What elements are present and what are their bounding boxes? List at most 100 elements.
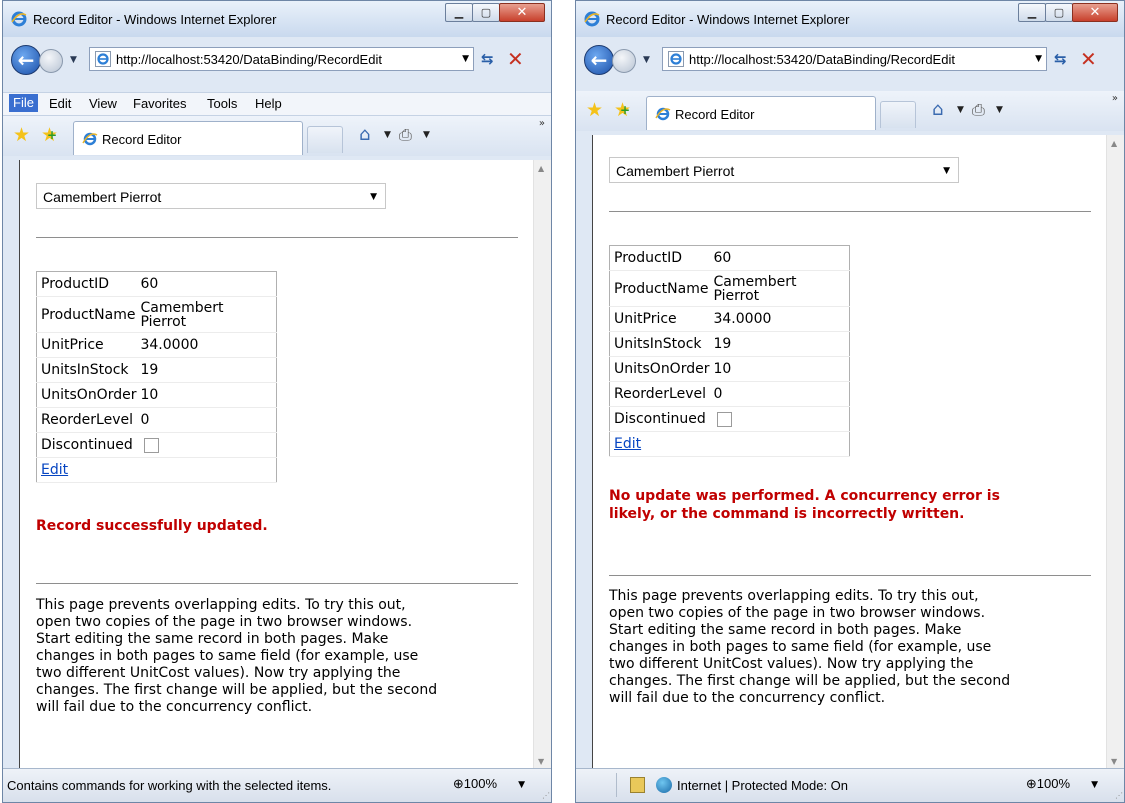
edit-cell: Edit [36, 457, 277, 483]
description-paragraph: This page prevents overlapping edits. To… [609, 588, 1099, 707]
status-message: Record successfully updated. [36, 518, 268, 534]
product-dropdown[interactable]: Camembert Pierrot ▼ [609, 157, 959, 183]
field-label: Discontinued [36, 432, 139, 458]
toolbar-chevron-icon[interactable]: » [539, 118, 545, 129]
field-value: 34.0000 [138, 332, 277, 358]
vertical-scrollbar[interactable]: ▲ ▼ [1106, 135, 1124, 770]
page-ie-icon [668, 51, 684, 67]
row-unitprice: UnitPrice 34.0000 [609, 306, 850, 332]
resize-grip-icon[interactable]: ⋰ [1115, 791, 1123, 800]
add-favorites-icon[interactable]: ★ + [614, 99, 631, 121]
field-label: UnitPrice [36, 332, 139, 358]
dropdown-value: Camembert Pierrot [616, 163, 735, 179]
minimize-button[interactable]: ▁ [1018, 3, 1046, 22]
menu-edit[interactable]: Edit [49, 96, 71, 111]
toolbar-chevron-icon[interactable]: » [1112, 93, 1118, 104]
maximize-button[interactable]: ▢ [472, 3, 500, 22]
favorites-star-icon[interactable]: ★ [13, 124, 30, 146]
forward-arrow-icon[interactable] [612, 49, 636, 73]
zoom-level[interactable]: ⊕100% [1026, 776, 1070, 792]
address-bar[interactable]: http://localhost:53420/DataBinding/Recor… [662, 47, 1047, 71]
zoom-icon: ⊕ [1025, 776, 1037, 791]
scroll-down-icon[interactable]: ▼ [538, 757, 544, 766]
print-icon[interactable]: ⎙ [399, 125, 412, 145]
zoom-dropdown-icon[interactable]: ▼ [1091, 780, 1098, 790]
add-favorites-icon[interactable]: ★ + [41, 124, 58, 146]
vertical-scrollbar[interactable]: ▲ ▼ [533, 160, 551, 770]
address-dropdown-icon[interactable]: ▼ [1035, 54, 1042, 64]
tab-record-editor[interactable]: Record Editor [646, 96, 876, 130]
history-dropdown-icon[interactable]: ▼ [70, 55, 77, 65]
page-viewport: Camembert Pierrot ▼ ProductID 60 ProductN… [19, 160, 551, 770]
field-label: ProductName [609, 270, 712, 307]
row-reorderlevel: ReorderLevel 0 [609, 381, 850, 407]
stop-icon[interactable]: ✕ [507, 47, 524, 71]
window-controls: ▁ ▢ ✕ [1018, 3, 1118, 23]
new-tab-button[interactable] [307, 126, 343, 153]
scroll-up-icon[interactable]: ▲ [1111, 139, 1117, 148]
home-dropdown-icon[interactable]: ▼ [384, 130, 391, 140]
back-arrow-icon[interactable]: ← [11, 45, 41, 75]
favorites-star-icon[interactable]: ★ [586, 99, 603, 121]
discontinued-checkbox [717, 411, 733, 427]
row-unitsonorder: UnitsOnOrder 10 [609, 356, 850, 382]
field-value: 10 [138, 382, 277, 408]
description-line: two different UnitCost values). Now try … [609, 656, 974, 672]
menu-file[interactable]: File [9, 94, 38, 112]
menu-help[interactable]: Help [255, 96, 282, 111]
close-button[interactable]: ✕ [1072, 3, 1118, 22]
print-dropdown-icon[interactable]: ▼ [996, 105, 1003, 115]
scroll-up-icon[interactable]: ▲ [538, 164, 544, 173]
close-button[interactable]: ✕ [499, 3, 545, 22]
refresh-icon[interactable]: ⇆ [481, 50, 494, 68]
scroll-down-icon[interactable]: ▼ [1111, 757, 1117, 766]
discontinued-checkbox [144, 437, 160, 453]
history-dropdown-icon[interactable]: ▼ [643, 55, 650, 65]
edit-link[interactable]: Edit [614, 436, 641, 452]
address-bar[interactable]: http://localhost:53420/DataBinding/Recor… [89, 47, 474, 71]
zoom-icon: ⊕ [452, 776, 464, 791]
home-dropdown-icon[interactable]: ▼ [957, 105, 964, 115]
row-unitprice: UnitPrice 34.0000 [36, 332, 277, 358]
address-dropdown-icon[interactable]: ▼ [462, 54, 469, 64]
product-name-line2: Pierrot [713, 288, 760, 304]
refresh-icon[interactable]: ⇆ [1054, 50, 1067, 68]
stop-icon[interactable]: ✕ [1080, 47, 1097, 71]
security-zone[interactable]: Internet | Protected Mode: On [677, 778, 848, 793]
description-line: changes. The first change will be applie… [609, 673, 1011, 689]
new-tab-button[interactable] [880, 101, 916, 128]
field-label: ProductID [609, 245, 712, 271]
favorites-bar: ★ ★ + Record Editor ⌂ ▼ ⎙ ▼ » [3, 116, 551, 156]
menu-view[interactable]: View [89, 96, 117, 111]
minimize-button[interactable]: ▁ [445, 3, 473, 22]
maximize-button[interactable]: ▢ [1045, 3, 1073, 22]
home-icon[interactable]: ⌂ [359, 124, 370, 145]
zoom-level[interactable]: ⊕100% [453, 776, 497, 792]
tab-record-editor[interactable]: Record Editor [73, 121, 303, 155]
zoom-dropdown-icon[interactable]: ▼ [518, 780, 525, 790]
status-separator [616, 773, 617, 797]
field-label: Discontinued [609, 406, 712, 432]
description-line: open two copies of the page in two brows… [609, 605, 986, 621]
resize-grip-icon[interactable]: ⋰ [542, 791, 550, 800]
browser-window-left: Record Editor - Windows Internet Explore… [2, 0, 552, 803]
edit-link[interactable]: Edit [41, 462, 68, 478]
field-value: 60 [711, 245, 850, 271]
print-dropdown-icon[interactable]: ▼ [423, 130, 430, 140]
product-name-line2: Pierrot [140, 314, 187, 330]
product-dropdown[interactable]: Camembert Pierrot ▼ [36, 183, 386, 209]
field-value: 0 [711, 381, 850, 407]
row-discontinued: Discontinued [36, 432, 277, 458]
field-value: Camembert Pierrot [138, 296, 277, 333]
forward-arrow-icon[interactable] [39, 49, 63, 73]
menu-tools[interactable]: Tools [207, 96, 237, 111]
print-icon[interactable]: ⎙ [972, 100, 985, 120]
back-arrow-icon[interactable]: ← [584, 45, 614, 75]
home-icon[interactable]: ⌂ [932, 99, 943, 120]
description-line: will fail due to the concurrency conflic… [609, 690, 886, 706]
row-productname: ProductName Camembert Pierrot [609, 270, 850, 307]
menu-favorites[interactable]: Favorites [133, 96, 186, 111]
description-line: two different UnitCost values). Now try … [36, 665, 401, 681]
security-shield-icon[interactable] [630, 777, 645, 793]
description-line: changes. The first change will be applie… [36, 682, 438, 698]
